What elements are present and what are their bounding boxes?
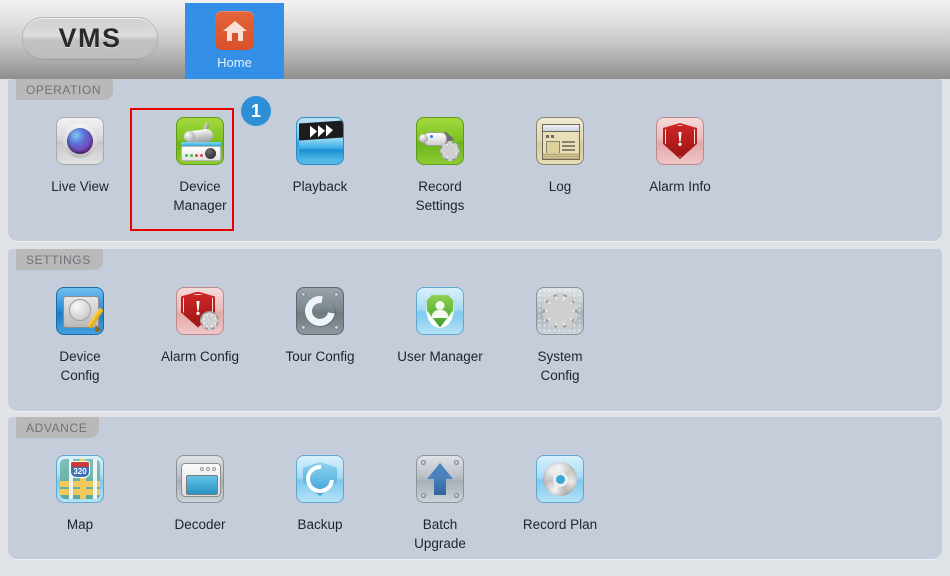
- user-pin-icon: [414, 285, 466, 337]
- tile-decoder[interactable]: Decoder: [140, 438, 260, 534]
- tile-label: Backup: [297, 515, 342, 534]
- tab-home-label: Home: [217, 55, 252, 70]
- tile-label: Playback: [293, 177, 348, 196]
- tile-label: Live View: [51, 177, 109, 196]
- step-badge-label: 1: [251, 101, 261, 122]
- tile-system-config[interactable]: System Config: [500, 270, 620, 385]
- section-operation: OPERATION Live View: [8, 79, 942, 241]
- app-logo: VMS: [22, 17, 158, 59]
- map-icon: 320: [54, 453, 106, 505]
- tile-label: System Config: [537, 347, 582, 385]
- tile-row-settings: Device Config !: [8, 270, 942, 385]
- tile-label: Device Manager: [173, 177, 226, 215]
- tile-label: Log: [549, 177, 572, 196]
- tile-label: Record Plan: [523, 515, 597, 534]
- device-camera-icon: [174, 115, 226, 167]
- clapperboard-icon: [294, 115, 346, 167]
- tile-label: Record Settings: [416, 177, 465, 215]
- title-bar: VMS Home: [0, 0, 950, 79]
- tile-label: Alarm Config: [161, 347, 239, 366]
- tile-live-view[interactable]: Live View: [20, 100, 140, 196]
- backup-shield-icon: [294, 453, 346, 505]
- tab-home[interactable]: Home: [185, 3, 284, 79]
- section-title-advance: ADVANCE: [26, 421, 87, 435]
- tile-record-settings[interactable]: Record Settings: [380, 100, 500, 215]
- tile-label: Tour Config: [285, 347, 354, 366]
- app-logo-text: VMS: [58, 23, 121, 54]
- document-window-icon: [534, 115, 586, 167]
- vms-home-screen: VMS Home OPERATION Live: [0, 0, 950, 576]
- tile-map[interactable]: 320 Map: [20, 438, 140, 534]
- tile-user-manager[interactable]: User Manager: [380, 270, 500, 366]
- tile-alarm-info[interactable]: ! Alarm Info: [620, 100, 740, 196]
- section-header-operation: OPERATION: [16, 79, 113, 100]
- tile-label: User Manager: [397, 347, 483, 366]
- tile-batch-upgrade[interactable]: Batch Upgrade: [380, 438, 500, 553]
- tile-label: Decoder: [174, 515, 225, 534]
- tile-log[interactable]: Log: [500, 100, 620, 196]
- camera-lens-icon: [54, 115, 106, 167]
- alarm-shield-gear-icon: !: [174, 285, 226, 337]
- tile-row-operation: Live View: [8, 100, 942, 215]
- tile-alarm-config[interactable]: ! Alarm Config: [140, 270, 260, 366]
- tile-playback[interactable]: Playback: [260, 100, 380, 196]
- disc-icon: [534, 453, 586, 505]
- tile-label: Device Config: [59, 347, 100, 385]
- monitor-window-icon: [174, 453, 226, 505]
- section-title-operation: OPERATION: [26, 83, 101, 97]
- section-settings: SETTINGS Device Config: [8, 249, 942, 411]
- gear-icon: [534, 285, 586, 337]
- tile-record-plan[interactable]: Record Plan: [500, 438, 620, 534]
- home-icon: [215, 11, 254, 50]
- disk-pencil-icon: [54, 285, 106, 337]
- tile-label: Map: [67, 515, 93, 534]
- tile-label: Alarm Info: [649, 177, 711, 196]
- tile-row-advance: 320 Map Decoder: [8, 438, 942, 553]
- section-header-advance: ADVANCE: [16, 417, 99, 438]
- step-badge-1: 1: [241, 96, 271, 126]
- section-header-settings: SETTINGS: [16, 249, 103, 270]
- camera-gear-icon: [414, 115, 466, 167]
- tile-backup[interactable]: Backup: [260, 438, 380, 534]
- section-advance: ADVANCE 320: [8, 417, 942, 559]
- tile-label: Batch Upgrade: [414, 515, 466, 553]
- up-arrow-icon: [414, 453, 466, 505]
- alarm-shield-icon: !: [654, 115, 706, 167]
- tile-tour-config[interactable]: Tour Config: [260, 270, 380, 366]
- section-title-settings: SETTINGS: [26, 253, 91, 267]
- refresh-arrows-icon: [294, 285, 346, 337]
- tile-device-config[interactable]: Device Config: [20, 270, 140, 385]
